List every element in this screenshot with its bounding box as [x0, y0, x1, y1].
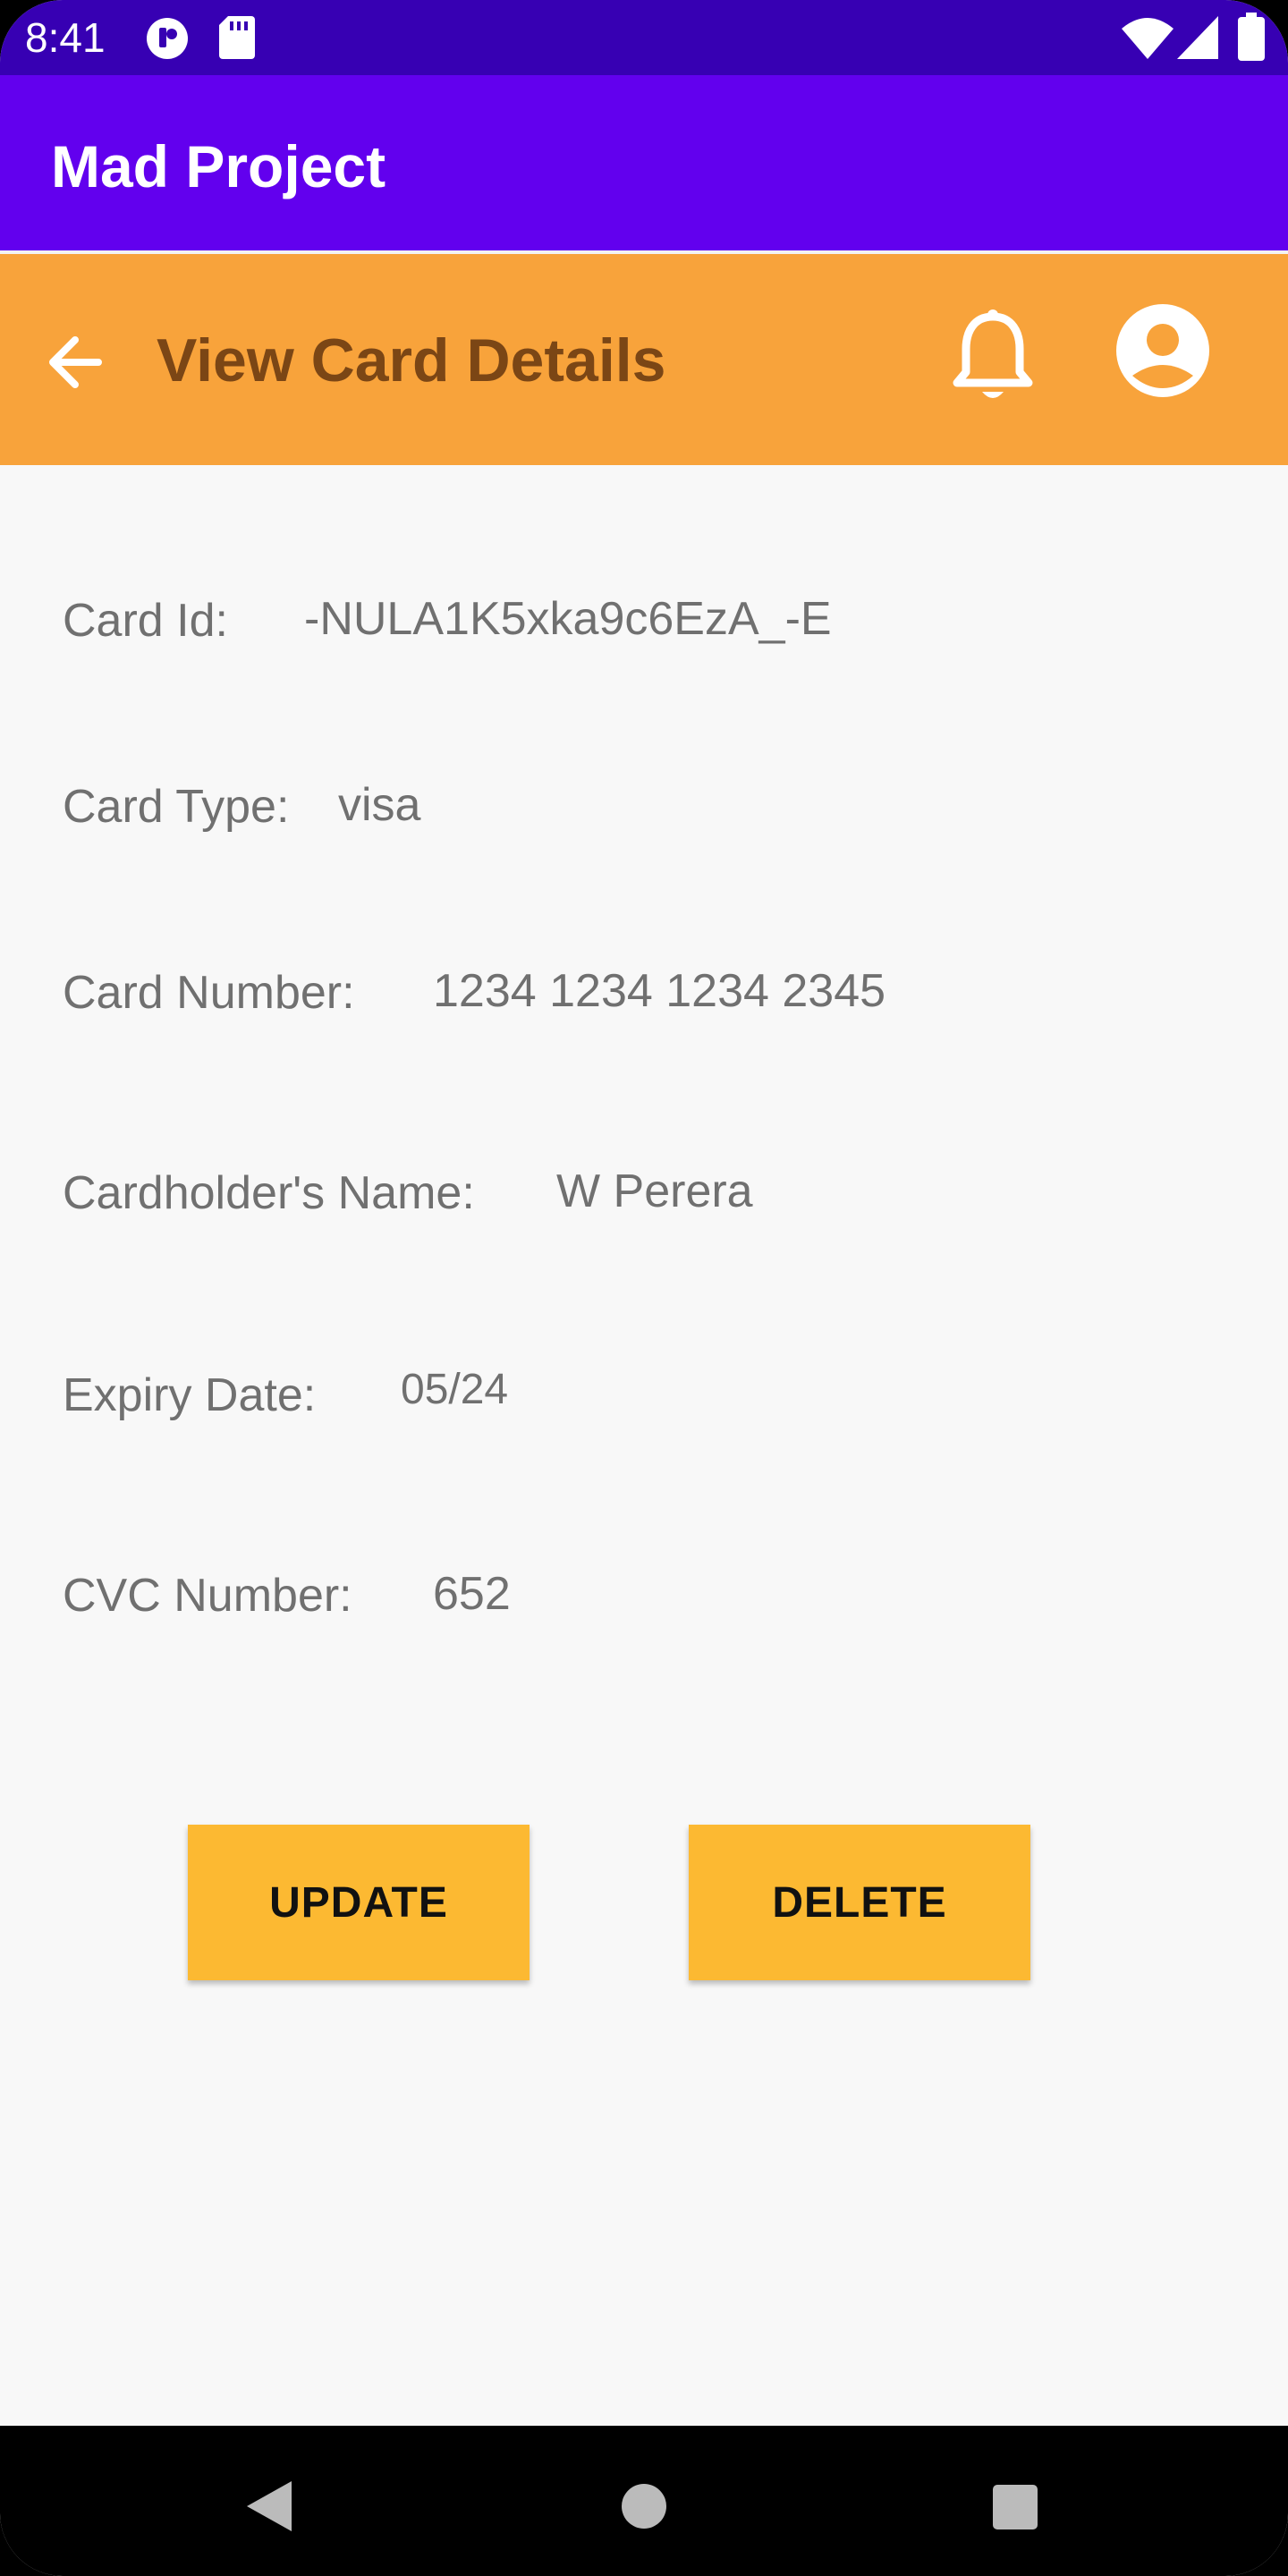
status-bar: 8:41 — [0, 0, 1288, 75]
wifi-icon — [1122, 18, 1174, 59]
app-title: Mad Project — [51, 133, 386, 199]
card-type-value: visa — [338, 779, 421, 831]
expiry-date-value: 05/24 — [401, 1366, 509, 1413]
delete-button[interactable]: DELETE — [689, 1825, 1030, 1980]
card-id-value: -NULA1K5xka9c6EzA_-E — [304, 593, 832, 645]
page-title: View Card Details — [157, 326, 666, 394]
update-button[interactable]: UPDATE — [188, 1825, 530, 1980]
home-circle-icon[interactable] — [621, 2483, 667, 2529]
battery-icon — [1238, 13, 1265, 61]
app-notification-icon — [147, 18, 188, 59]
card-number-value: 1234 1234 1234 2345 — [433, 965, 886, 1017]
cell-signal-icon — [1177, 16, 1218, 59]
card-id-label: Card Id: — [63, 595, 228, 647]
back-arrow-icon[interactable] — [36, 322, 116, 402]
bell-icon[interactable] — [948, 308, 1038, 406]
expiry-date-label: Expiry Date: — [63, 1369, 317, 1421]
card-type-label: Card Type: — [63, 781, 290, 833]
status-time: 8:41 — [25, 14, 106, 61]
cvc-number-value: 652 — [433, 1568, 511, 1620]
account-circle-icon[interactable] — [1113, 301, 1213, 401]
recents-square-icon[interactable] — [991, 2483, 1039, 2531]
back-triangle-icon[interactable] — [242, 2478, 295, 2535]
card-number-label: Card Number: — [63, 967, 355, 1019]
cvc-number-label: CVC Number: — [63, 1570, 352, 1622]
app-bar: Mad Project — [0, 75, 1288, 250]
cardholder-name-label: Cardholder's Name: — [63, 1167, 475, 1219]
sd-card-icon — [219, 16, 255, 59]
system-nav-bar — [0, 2426, 1288, 2576]
page-header: View Card Details — [0, 254, 1288, 465]
cardholder-name-value: W Perera — [556, 1165, 753, 1217]
screen: 8:41 Mad Project View Card Details Card … — [0, 0, 1288, 2576]
